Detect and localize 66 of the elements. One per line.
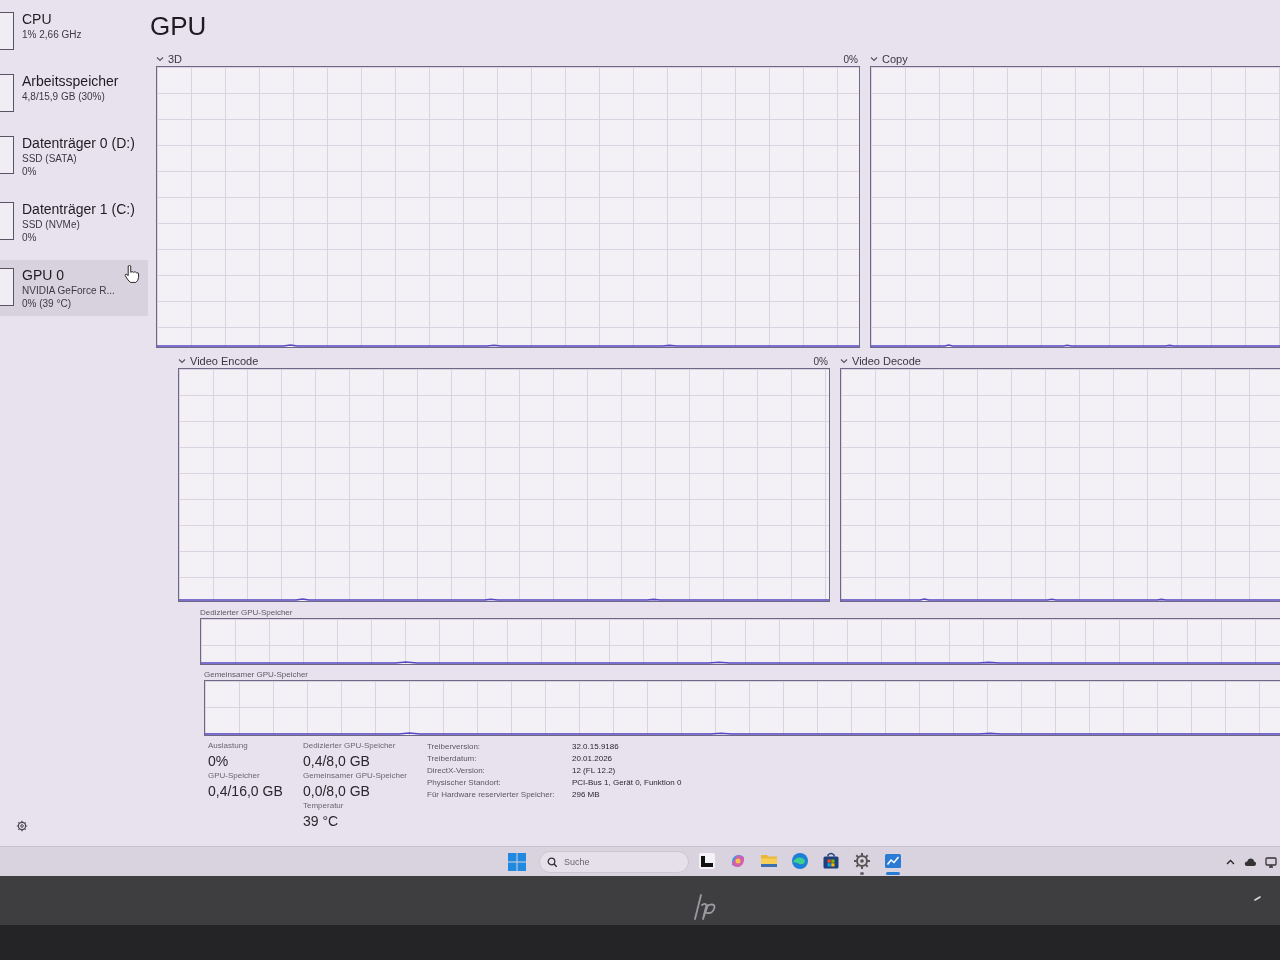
engine-dropdown[interactable]: Copy [870,52,908,66]
device-detail: 0% [22,231,37,244]
detail-value: 32.0.15.9186 [572,741,619,753]
hand-cursor-icon [124,264,140,284]
detail-value: 20.01.2026 [572,753,613,765]
device-detail: SSD (NVMe) [22,218,80,231]
stat-value: 0,0/8,0 GB [303,782,370,800]
usage-reading: 0% [843,53,858,66]
device-name: Datenträger 0 (D:) [22,134,135,152]
search-field[interactable]: Suche [539,850,689,873]
sidebar-item[interactable]: Datenträger 0 (D:) SSD (SATA) 0% [0,128,148,184]
device-name: CPU [22,10,52,28]
engine-dropdown[interactable]: Video Decode [840,354,921,368]
detail-label: Physischer Standort: [427,777,501,789]
sidebar-item[interactable]: Arbeitsspeicher 4,8/15,9 GB (30%) [0,66,148,118]
sidebar-item[interactable]: CPU 1% 2,66 GHz [0,4,148,56]
chevron-down-icon [178,358,186,364]
search-icon [547,856,557,867]
stat-value: 0% [208,752,229,770]
engine-dropdown[interactable]: Video Encode [178,354,259,368]
device-name: Arbeitsspeicher [22,72,119,90]
device-name: Datenträger 1 (C:) [22,200,135,218]
device-detail: 0% (39 °C) [22,297,71,310]
stat-value: 0,4/16,0 GB [208,782,283,800]
sidebar-item[interactable]: Datenträger 1 (C:) SSD (NVMe) 0% [0,194,148,250]
engine-dropdown[interactable]: 3D [156,52,183,66]
device-detail: 0% [22,165,37,178]
stat-label: Temperatur [303,800,344,812]
stat-label: Auslastung [208,740,248,752]
graph-label: Dedizierter GPU-Speicher [200,607,293,618]
detail-label: Treiberdatum: [427,753,477,765]
logo-icon [692,894,718,920]
device-detail: 1% 2,66 GHz [22,28,82,41]
detail-label: Treiberversion: [427,741,481,753]
stat-value: 39 °C [303,812,339,830]
detail-value: 12 (FL 12.2) [572,765,616,777]
stat-label: Dedizierter GPU-Speicher [303,740,396,752]
device-detail: 4,8/15,9 GB (30%) [22,90,105,103]
usage-reading: 0% [813,355,828,368]
chevron-down-icon [870,56,878,62]
page-title: GPU [150,10,207,42]
circle-wave-icon[interactable] [791,852,809,870]
settings-icon[interactable] [853,852,871,870]
device-detail: SSD (SATA) [22,152,77,165]
chevron-up-icon[interactable] [1226,858,1235,865]
detail-value: 296 MB [572,789,600,801]
power-light-icon [1254,896,1261,901]
shopping-bag-icon[interactable] [822,852,840,870]
stat-value: 0,4/8,0 GB [303,752,370,770]
sidebar-item[interactable]: GPU 0 NVIDIA GeForce R... 0% (39 °C) [0,260,148,316]
detail-label: Für Hardware reservierter Speicher: [427,789,555,801]
device-name: GPU 0 [22,266,64,284]
chart-icon[interactable] [884,852,902,870]
graph-label: Gemeinsamer GPU-Speicher [204,669,309,680]
settings-icon[interactable] [16,820,28,832]
thumbnail-graph [0,268,14,306]
l-shape-tile-icon[interactable] [698,852,716,870]
folder-icon[interactable] [760,852,778,870]
monitor-icon[interactable] [1265,855,1277,868]
chevron-down-icon [156,56,164,62]
detail-value: PCI-Bus 1, Gerät 0, Funktion 0 [572,777,682,789]
stat-label: GPU-Speicher [208,770,260,782]
detail-label: DirectX-Version: [427,765,485,777]
chevron-down-icon [840,358,848,364]
stat-label: Gemeinsamer GPU-Speicher [303,770,408,782]
device-detail: NVIDIA GeForce R... [22,284,115,297]
